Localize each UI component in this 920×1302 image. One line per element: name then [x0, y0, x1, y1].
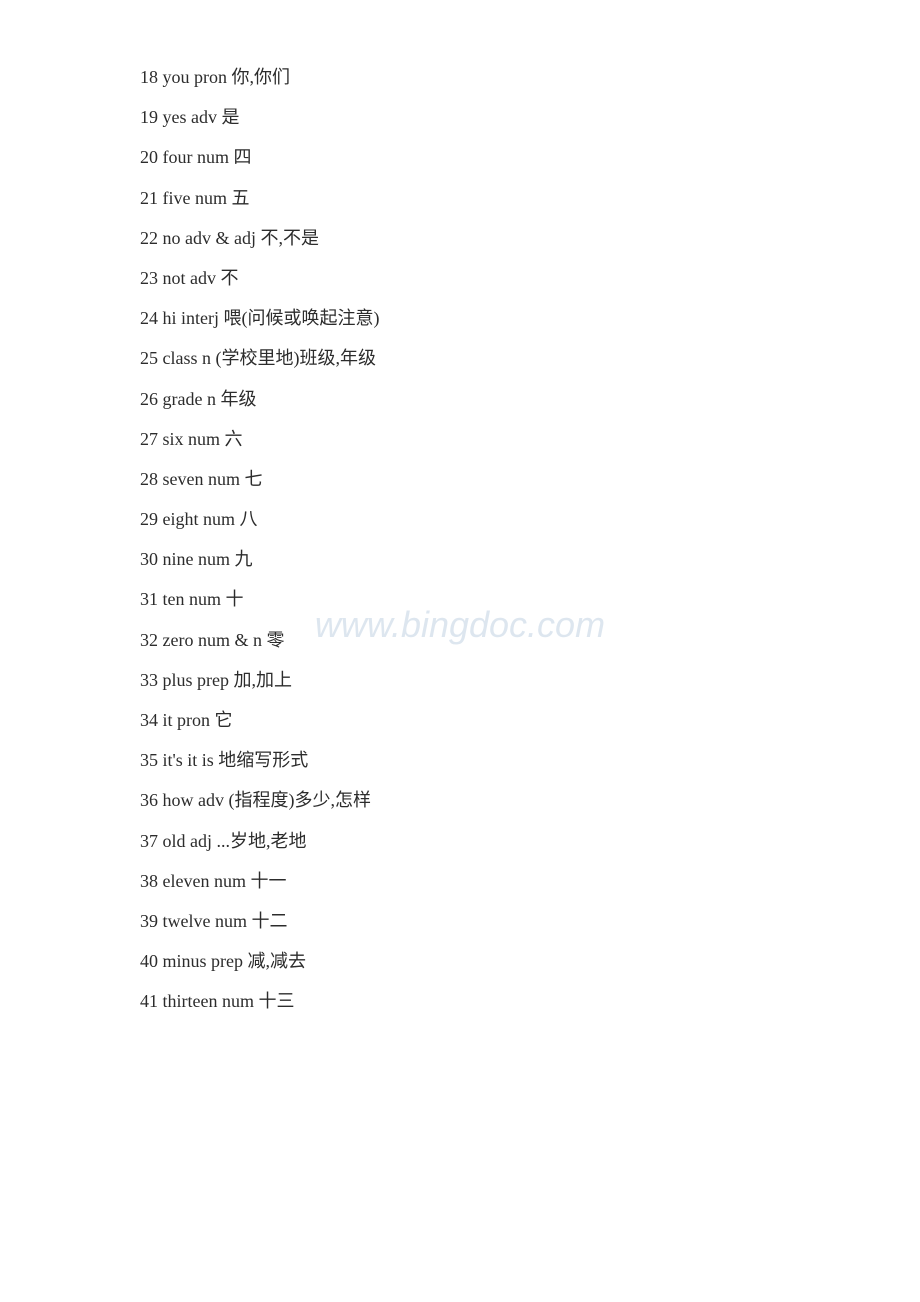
- content-area: 18 you pron 你,你们 19 yes adv 是 20 four num …: [0, 0, 920, 1085]
- list-item: 34 it pron 它: [140, 703, 820, 737]
- list-item: 25 class n (学校里地)班级,年级: [140, 341, 820, 375]
- list-item: 31 ten num 十: [140, 582, 820, 616]
- list-item: 26 grade n 年级: [140, 382, 820, 416]
- list-item: 37 old adj ...岁地,老地: [140, 824, 820, 858]
- list-item: 22 no adv & adj 不,不是: [140, 221, 820, 255]
- list-item: 38 eleven num 十一: [140, 864, 820, 898]
- list-item: 29 eight num 八: [140, 502, 820, 536]
- list-item: 18 you pron 你,你们: [140, 60, 820, 94]
- list-item: 41 thirteen num 十三: [140, 984, 820, 1018]
- list-item: 33 plus prep 加,加上: [140, 663, 820, 697]
- list-item: 40 minus prep 减,减去: [140, 944, 820, 978]
- list-item: 27 six num 六: [140, 422, 820, 456]
- list-item: 23 not adv 不: [140, 261, 820, 295]
- list-item: 19 yes adv 是: [140, 100, 820, 134]
- vocab-list: 18 you pron 你,你们 19 yes adv 是 20 four num …: [140, 60, 820, 1019]
- list-item: 28 seven num 七: [140, 462, 820, 496]
- list-item: 39 twelve num 十二: [140, 904, 820, 938]
- list-item: 35 it's it is 地缩写形式: [140, 743, 820, 777]
- list-item: 21 five num 五: [140, 181, 820, 215]
- list-item: 20 four num 四: [140, 140, 820, 174]
- list-item: 32 zero num & n 零: [140, 623, 820, 657]
- list-item: 36 how adv (指程度)多少,怎样: [140, 783, 820, 817]
- list-item: 24 hi interj 喂(问候或唤起注意): [140, 301, 820, 335]
- list-item: 30 nine num 九: [140, 542, 820, 576]
